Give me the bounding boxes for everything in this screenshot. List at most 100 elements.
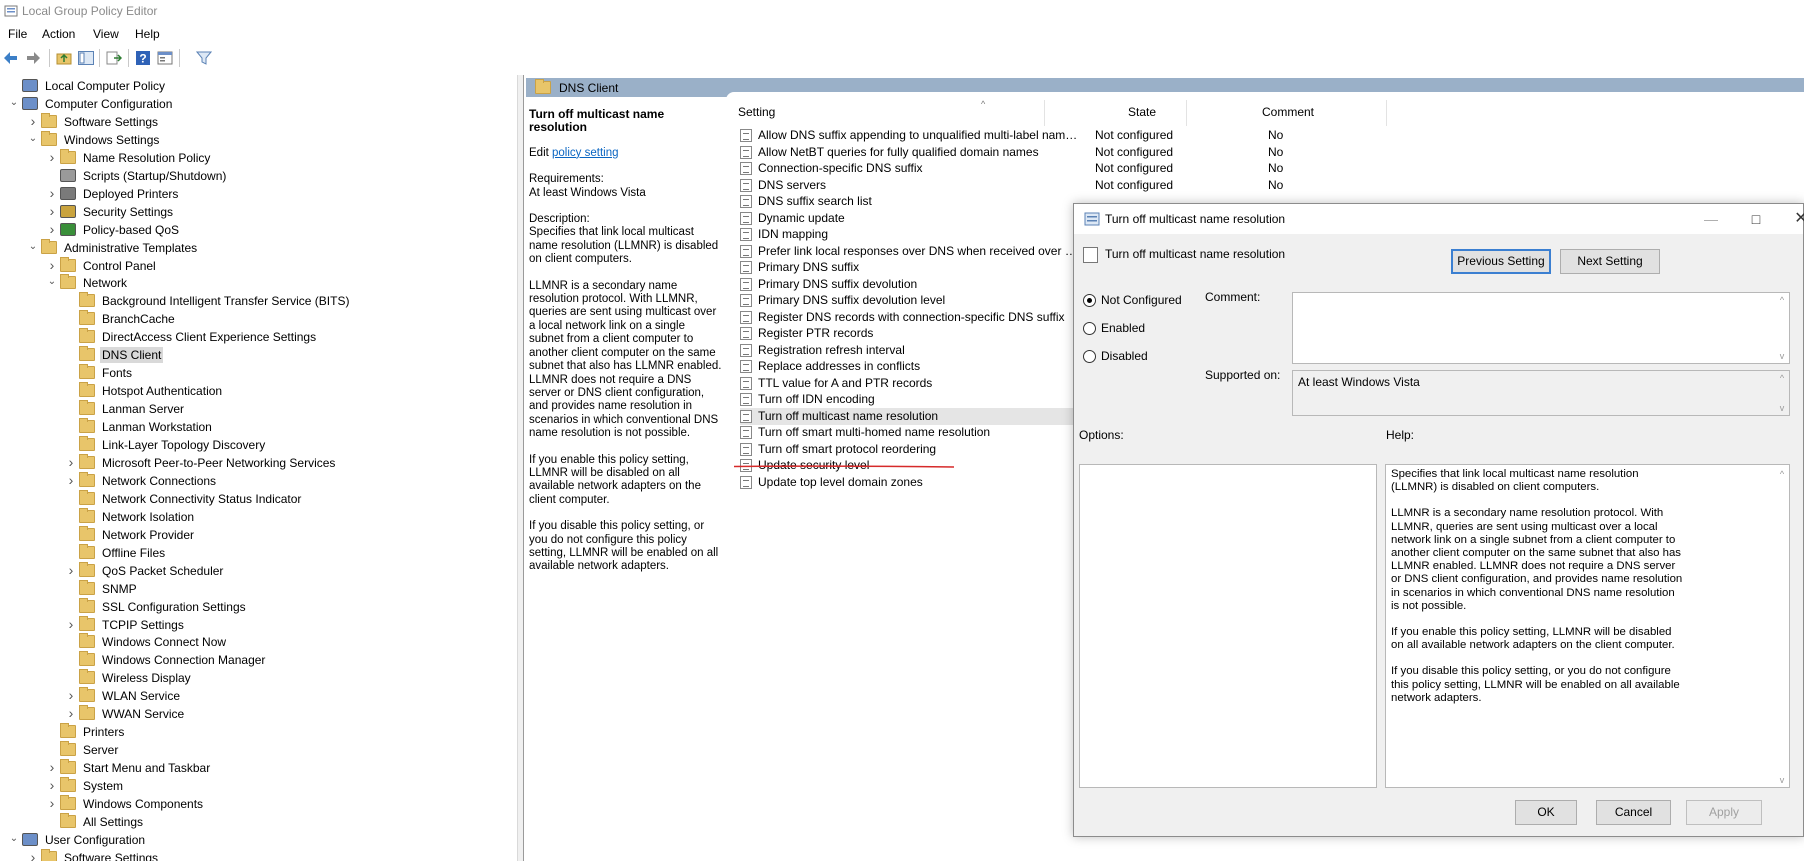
maximize-icon[interactable]: □ — [1745, 208, 1767, 230]
ok-button[interactable]: OK — [1515, 800, 1577, 825]
menu-help[interactable]: Help — [135, 27, 160, 41]
next-setting-button[interactable]: Next Setting — [1560, 249, 1660, 274]
scroll-down-icon[interactable]: v — [1776, 775, 1788, 785]
menu-view[interactable]: View — [93, 27, 119, 41]
tree-scrollbar[interactable] — [518, 75, 524, 861]
tree-node-label: Start Menu and Taskbar — [83, 761, 211, 776]
collapsed-chevron-icon[interactable]: › — [46, 258, 58, 272]
collapsed-chevron-icon[interactable]: › — [46, 778, 58, 792]
tree-node-label: All Settings — [83, 814, 144, 829]
setting-name: Allow DNS suffix appending to unqualifie… — [758, 128, 1078, 142]
comment-textarea[interactable]: ^ v — [1292, 292, 1790, 364]
toolbar-separator — [128, 49, 129, 67]
tree-node-label: DirectAccess Client Experience Settings — [102, 330, 317, 345]
menu-bar: File Action View Help — [0, 24, 1804, 44]
export-list-icon[interactable] — [106, 50, 122, 66]
collapsed-chevron-icon[interactable]: › — [46, 222, 58, 236]
collapsed-chevron-icon[interactable]: › — [46, 186, 58, 200]
scroll-down-icon[interactable]: v — [1776, 403, 1788, 413]
collapsed-chevron-icon[interactable]: › — [65, 706, 77, 720]
folder-icon — [41, 238, 57, 254]
folder-icon — [79, 292, 95, 308]
expanded-chevron-icon[interactable]: ⌄ — [27, 240, 39, 254]
column-separator[interactable] — [1044, 100, 1045, 126]
help-label: Help: — [1386, 428, 1415, 442]
collapsed-chevron-icon[interactable]: › — [65, 473, 77, 487]
tree-node-label: Lanman Server — [102, 402, 185, 417]
forward-arrow-icon[interactable] — [25, 50, 41, 66]
column-separator[interactable] — [1186, 100, 1187, 126]
collapsed-chevron-icon[interactable]: › — [65, 455, 77, 469]
apply-button[interactable]: Apply — [1686, 800, 1762, 825]
minimize-icon[interactable]: — — [1700, 208, 1722, 230]
help-icon[interactable]: ? — [135, 50, 151, 66]
collapsed-chevron-icon[interactable]: › — [27, 850, 39, 861]
setting-row[interactable]: Connection-specific DNS suffix Not config… — [740, 160, 1283, 177]
folder-icon — [79, 651, 95, 667]
supported-on-field: At least Windows Vista ^ v — [1292, 370, 1790, 416]
scroll-up-icon[interactable]: ^ — [1776, 295, 1788, 305]
folder-icon — [79, 453, 95, 469]
window-titlebar: Local Group Policy Editor — [0, 0, 1804, 24]
scroll-down-icon[interactable]: v — [1776, 351, 1788, 361]
radio-label: Enabled — [1101, 321, 1146, 335]
close-icon[interactable]: ✕ — [1790, 208, 1804, 230]
setting-name: Register PTR records — [758, 326, 874, 340]
chart-icon — [60, 222, 76, 236]
setting-name: Allow NetBT queries for fully qualified … — [758, 144, 1039, 159]
folder-icon — [79, 471, 95, 487]
tree-node-label: Policy-based QoS — [83, 222, 180, 237]
setting-name: DNS suffix search list — [758, 194, 872, 208]
up-folder-icon[interactable] — [56, 50, 72, 66]
expanded-chevron-icon[interactable]: ⌄ — [27, 132, 39, 146]
folder-icon — [79, 543, 95, 559]
expanded-chevron-icon[interactable]: ⌄ — [8, 832, 20, 846]
radio-circle[interactable] — [1083, 294, 1096, 307]
folder-icon — [60, 759, 76, 775]
tree-node-label: Fonts — [102, 366, 133, 381]
scroll-up-icon[interactable]: ^ — [1776, 373, 1788, 383]
folder-icon — [79, 615, 95, 631]
setting-row[interactable]: Allow DNS suffix appending to unqualifie… — [740, 127, 1283, 144]
expanded-chevron-icon[interactable]: ⌄ — [8, 96, 20, 110]
back-arrow-icon[interactable] — [3, 50, 19, 66]
collapsed-chevron-icon[interactable]: › — [65, 563, 77, 577]
setting-name: IDN mapping — [758, 227, 829, 241]
filter-icon[interactable] — [196, 50, 212, 66]
collapsed-chevron-icon[interactable]: › — [46, 204, 58, 218]
collapsed-chevron-icon[interactable]: › — [65, 688, 77, 702]
radio-circle[interactable] — [1083, 350, 1096, 363]
policy-setting-link[interactable]: policy setting — [552, 147, 618, 159]
collapsed-chevron-icon[interactable]: › — [27, 114, 39, 128]
expanded-chevron-icon[interactable]: ⌄ — [46, 275, 58, 289]
menu-file[interactable]: File — [8, 27, 27, 41]
cancel-button[interactable]: Cancel — [1596, 800, 1671, 825]
properties-icon[interactable] — [157, 50, 173, 66]
tree-node-label: Windows Components — [83, 797, 204, 811]
setting-row[interactable]: DNS servers Not configured No — [740, 177, 1283, 194]
description-block: Description: Specifies that link local mu… — [529, 213, 722, 267]
column-separator[interactable] — [1386, 100, 1387, 126]
collapsed-chevron-icon[interactable]: › — [65, 617, 77, 631]
collapsed-chevron-icon[interactable]: › — [46, 150, 58, 164]
policy-setting-icon — [740, 343, 752, 357]
collapsed-chevron-icon[interactable]: › — [46, 760, 58, 774]
folder-icon — [79, 525, 95, 541]
column-header-state[interactable]: State — [1128, 105, 1156, 119]
previous-setting-button[interactable]: Previous Setting — [1451, 249, 1551, 274]
scroll-up-icon[interactable]: ^ — [1776, 469, 1788, 479]
column-header-comment[interactable]: Comment — [1262, 105, 1314, 119]
supported-on-value: At least Windows Vista — [1298, 375, 1420, 389]
radio-circle[interactable] — [1083, 322, 1096, 335]
policy-setting-icon — [740, 277, 752, 291]
column-header-setting[interactable]: Setting — [738, 105, 775, 119]
collapsed-chevron-icon[interactable]: › — [46, 796, 58, 810]
policy-setting-icon — [740, 393, 752, 406]
setting-row[interactable]: Allow NetBT queries for fully qualified … — [740, 144, 1283, 161]
tree-node-label: Local Computer Policy — [45, 79, 166, 93]
show-hide-tree-icon[interactable] — [78, 50, 94, 66]
menu-action[interactable]: Action — [42, 27, 75, 41]
